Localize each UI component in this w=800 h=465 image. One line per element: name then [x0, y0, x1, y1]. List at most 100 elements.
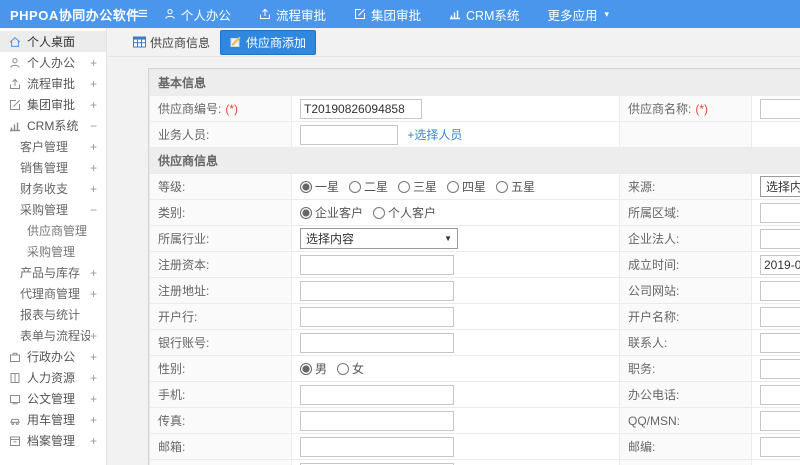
expand-plus-icon[interactable]: +: [90, 413, 97, 427]
company-website-input[interactable]: [760, 280, 800, 301]
topmenu-workflow-approval[interactable]: 流程审批: [259, 5, 326, 24]
sidebar-item-personal-office[interactable]: 个人办公 +: [0, 52, 106, 73]
sidebar-item-customer-mgmt[interactable]: 客户管理 +: [0, 136, 106, 157]
expand-plus-icon[interactable]: +: [90, 329, 97, 343]
form-row: 邮箱: 邮编:: [149, 433, 800, 460]
choose-staff-link[interactable]: +选择人员: [407, 128, 462, 142]
fax-input[interactable]: [300, 410, 454, 431]
supplier-code-input[interactable]: [300, 98, 422, 119]
expand-plus-icon[interactable]: +: [90, 434, 97, 448]
level-radio-4star[interactable]: 四星: [447, 178, 486, 195]
level-radio-3star[interactable]: 三星: [398, 178, 437, 195]
form-row: 供应商编号:(*) 供应商名称:(*): [149, 95, 800, 122]
supplier-code-label: 供应商编号: (*): [149, 95, 292, 122]
form-row: 性别: 男 女 职务:: [149, 355, 800, 382]
legal-person-input[interactable]: [760, 228, 800, 249]
expand-plus-icon[interactable]: +: [90, 140, 97, 154]
document-icon: [10, 394, 20, 404]
expand-plus-icon[interactable]: +: [90, 350, 97, 364]
sidebar-item-human-resources[interactable]: 人力资源 +: [0, 367, 106, 388]
sidebar-item-archive-mgmt[interactable]: 档案管理 +: [0, 430, 106, 451]
sidebar-item-agent-mgmt[interactable]: 代理商管理 +: [0, 283, 106, 304]
supplier-name-input[interactable]: [760, 98, 800, 119]
email-input[interactable]: [300, 436, 454, 457]
empty-field-cell: [751, 121, 800, 148]
topmenu-personal-office[interactable]: 个人办公: [164, 5, 231, 24]
registered-address-input[interactable]: [300, 280, 454, 301]
expand-plus-icon[interactable]: +: [90, 392, 97, 406]
sidebar-item-reports-stats[interactable]: 报表与统计: [0, 304, 106, 325]
tab-bar: 供应商信息 供应商添加: [108, 28, 800, 57]
sidebar-item-purchasing[interactable]: 采购管理: [0, 241, 106, 262]
gender-radio-female[interactable]: 女: [337, 360, 364, 377]
office-phone-input[interactable]: [760, 384, 800, 405]
expand-plus-icon[interactable]: +: [90, 182, 97, 196]
category-radio-personal[interactable]: 个人客户: [373, 204, 436, 221]
sidebar-item-purchase-mgmt[interactable]: 采购管理 −: [0, 199, 106, 220]
tab-supplier-info[interactable]: 供应商信息: [133, 34, 210, 51]
level-radio-1star[interactable]: 一星: [300, 178, 339, 195]
form-row: 注册地址: 公司网站:: [149, 277, 800, 304]
sidebar-item-crm-system[interactable]: CRM系统 −: [0, 115, 106, 136]
source-select[interactable]: 选择内容 ▼: [760, 176, 800, 197]
address-label: 地址:: [149, 459, 292, 465]
tab-supplier-add[interactable]: 供应商添加: [220, 29, 317, 55]
section-header-supplier-info: 供应商信息: [149, 147, 800, 174]
account-name-label: 开户名称:: [619, 303, 752, 330]
topmenu-label: 集团审批: [370, 8, 421, 23]
collapse-minus-icon[interactable]: −: [90, 119, 97, 133]
registered-capital-input[interactable]: [300, 254, 454, 275]
email-label: 邮箱:: [149, 433, 292, 460]
mobile-label: 手机:: [149, 381, 292, 408]
topmenu-group-approval[interactable]: 集团审批: [354, 5, 421, 24]
sidebar-item-product-inventory[interactable]: 产品与库存 +: [0, 262, 106, 283]
sidebar-item-personal-desktop[interactable]: 个人桌面: [0, 31, 106, 52]
edit-icon: [354, 9, 365, 19]
qq-msn-input[interactable]: [760, 410, 800, 431]
sidebar-item-form-workflow-settings[interactable]: 表单与流程设置 +: [0, 325, 106, 346]
gender-radio-male[interactable]: 男: [300, 360, 327, 377]
form-table: 基本信息 供应商编号:(*) 供应商名称:(*) 业务人员: +选择人员: [149, 69, 800, 465]
sidebar-item-group-approval[interactable]: 集团审批 +: [0, 94, 106, 115]
sidebar-item-supplier-mgmt[interactable]: 供应商管理: [0, 220, 106, 241]
sidebar-item-document-mgmt[interactable]: 公文管理 +: [0, 388, 106, 409]
sidebar-item-workflow-approval[interactable]: 流程审批 +: [0, 73, 106, 94]
sidebar-item-finance-io[interactable]: 财务收支 +: [0, 178, 106, 199]
staff-input[interactable]: [300, 124, 398, 145]
level-label: 等级:: [149, 173, 292, 200]
account-name-input[interactable]: [760, 306, 800, 327]
hamburger-menu-icon[interactable]: ≡: [138, 0, 148, 28]
expand-plus-icon[interactable]: +: [90, 371, 97, 385]
form-row: 业务人员: +选择人员: [149, 121, 800, 148]
expand-plus-icon[interactable]: +: [90, 161, 97, 175]
qq-msn-label: QQ/MSN:: [619, 407, 752, 434]
region-input[interactable]: [760, 202, 800, 223]
sidebar-item-sales-mgmt[interactable]: 销售管理 +: [0, 157, 106, 178]
level-radio-2star[interactable]: 二星: [349, 178, 388, 195]
bank-account-label: 银行账号:: [149, 329, 292, 356]
top-menu: 个人办公 流程审批 集团审批 CRM系统 更多应用 ▾: [164, 5, 609, 24]
registered-address-label: 注册地址:: [149, 277, 292, 304]
expand-plus-icon[interactable]: +: [90, 56, 97, 70]
expand-plus-icon[interactable]: +: [90, 266, 97, 280]
sidebar-item-admin-office[interactable]: 行政办公 +: [0, 346, 106, 367]
position-input[interactable]: [760, 358, 800, 379]
sidebar-item-vehicle-mgmt[interactable]: 用车管理 +: [0, 409, 106, 430]
expand-plus-icon[interactable]: +: [90, 287, 97, 301]
empty-label-cell: [619, 459, 752, 465]
zip-code-input[interactable]: [760, 436, 800, 457]
collapse-minus-icon[interactable]: −: [90, 203, 97, 217]
established-date-input[interactable]: [760, 254, 800, 275]
level-radio-5star[interactable]: 五星: [496, 178, 535, 195]
expand-plus-icon[interactable]: +: [90, 98, 97, 112]
mobile-input[interactable]: [300, 384, 454, 405]
expand-plus-icon[interactable]: +: [90, 77, 97, 91]
category-radio-enterprise[interactable]: 企业客户: [300, 204, 363, 221]
add-edit-icon: [230, 36, 241, 47]
bank-account-input[interactable]: [300, 332, 454, 353]
contact-person-input[interactable]: [760, 332, 800, 353]
bank-input[interactable]: [300, 306, 454, 327]
industry-select[interactable]: 选择内容 ▼: [300, 228, 458, 249]
topmenu-more-apps[interactable]: 更多应用 ▾: [547, 5, 609, 24]
topmenu-crm-system[interactable]: CRM系统: [449, 5, 519, 24]
